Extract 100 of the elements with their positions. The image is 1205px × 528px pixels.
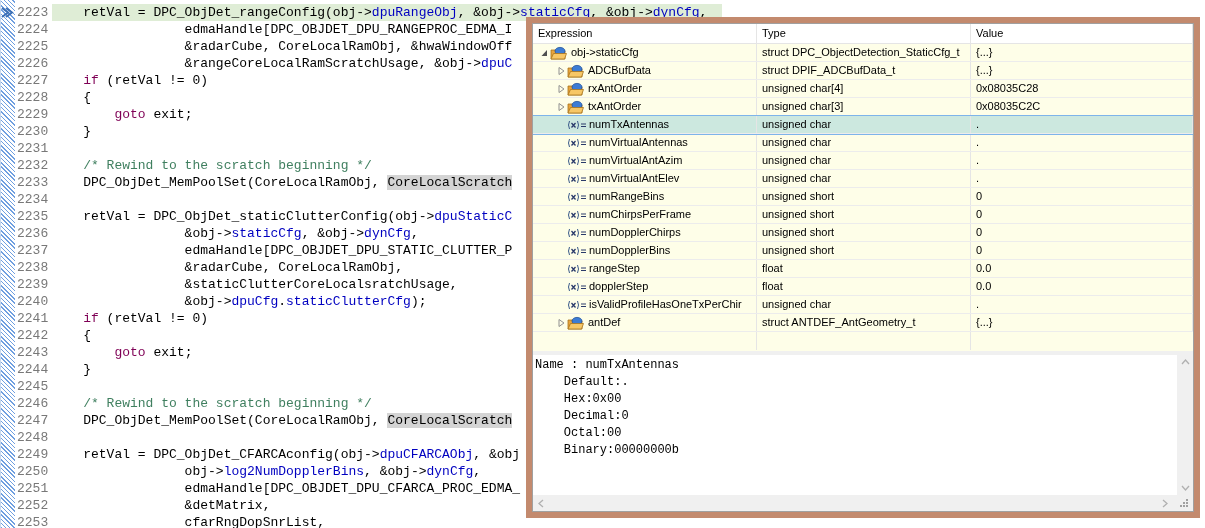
- variable-icon: [567, 299, 587, 310]
- code-line: &rangeCoreLocalRamScratchUsage, &obj->dpuC: [183, 56, 513, 71]
- tree-row[interactable]: rxAntOrder unsigned char[4] 0x08035C28: [533, 80, 1193, 98]
- tree-row[interactable]: isValidProfileHasOneTxPerChir unsigned char .: [533, 296, 1193, 314]
- column-header[interactable]: Value: [971, 24, 1193, 43]
- line-number: 2242: [17, 328, 49, 343]
- tree-row[interactable]: numRangeBins unsigned short 0: [533, 188, 1193, 206]
- line-number: 2249: [17, 447, 49, 462]
- line-number: 2241: [17, 311, 49, 326]
- line-number: 2243: [17, 345, 49, 360]
- line-number: 2233: [17, 175, 49, 190]
- scroll-down-icon[interactable]: [1180, 485, 1190, 491]
- type-text: unsigned char: [762, 135, 832, 151]
- expression-text: txAntOrder: [588, 99, 642, 115]
- scroll-right-icon[interactable]: [1162, 498, 1168, 508]
- code-line: {: [82, 90, 91, 105]
- collapse-icon[interactable]: [540, 48, 548, 57]
- line-number: 2246: [17, 396, 49, 411]
- expression-text: rxAntOrder: [588, 81, 642, 97]
- expand-icon[interactable]: [557, 102, 565, 111]
- line-number: 2238: [17, 260, 49, 275]
- type-text: unsigned char: [762, 153, 832, 169]
- expand-icon[interactable]: [557, 84, 565, 93]
- code-line: goto exit;: [113, 345, 193, 360]
- code-line: }: [82, 362, 91, 377]
- line-number: 2236: [17, 226, 49, 241]
- code-line: &radarCube, CoreLocalRamObj,: [183, 260, 404, 275]
- tree-row[interactable]: dopplerStep float 0.0: [533, 278, 1193, 296]
- code-line: /* Rewind to the scratch beginning */: [82, 396, 372, 411]
- scroll-up-icon[interactable]: [1180, 359, 1190, 365]
- type-text: unsigned short: [762, 225, 835, 241]
- line-number: 2250: [17, 464, 49, 479]
- folder-icon: [550, 45, 567, 60]
- tree-row[interactable]: numVirtualAntennas unsigned char .: [533, 134, 1193, 152]
- code-line: edmaHandle[DPC_OBJDET_DPU_RANGEPROC_EDMA_I: [183, 22, 513, 37]
- line-number: 2225: [17, 39, 49, 54]
- code-line: goto exit;: [113, 107, 193, 122]
- expression-text: numDopplerChirps: [589, 225, 681, 241]
- type-text: struct DPC_ObjectDetection_StaticCfg_t: [762, 45, 960, 61]
- line-number: 2228: [17, 90, 49, 105]
- selected-row[interactable]: numTxAntennas unsigned char .: [533, 116, 1193, 134]
- code-line: }: [82, 124, 91, 139]
- expression-text: numVirtualAntElev: [589, 171, 680, 187]
- variable-icon: [567, 119, 587, 130]
- tree-row[interactable]: numVirtualAntElev unsigned char .: [533, 170, 1193, 188]
- line-number: 2234: [17, 192, 49, 207]
- folder-icon: [567, 63, 584, 78]
- code-line: /* Rewind to the scratch beginning */: [82, 158, 372, 173]
- scroll-left-icon[interactable]: [538, 498, 544, 508]
- expression-text: isValidProfileHasOneTxPerChir: [589, 297, 742, 313]
- type-text: float: [762, 261, 783, 277]
- line-number: 2240: [17, 294, 49, 309]
- code-line: if (retVal != 0): [82, 73, 209, 88]
- code-line: retVal = DPC_ObjDet_staticClutterConfig(obj->dpuStaticC: [82, 209, 513, 224]
- type-text: struct ANTDEF_AntGeometry_t: [762, 315, 916, 331]
- type-text: float: [762, 279, 783, 295]
- expand-icon[interactable]: [557, 66, 565, 75]
- expression-text: dopplerStep: [589, 279, 649, 295]
- value-text: 0x08035C28: [976, 81, 1039, 97]
- tree-row[interactable]: ADCBufData struct DPIF_ADCBufData_t {...}: [533, 62, 1193, 80]
- expression-text: numChirpsPerFrame: [589, 207, 692, 223]
- variable-icon: [567, 137, 587, 148]
- line-number: 2230: [17, 124, 49, 139]
- code-line: DPC_ObjDet_MemPoolSet(CoreLocalRamObj, CoreLocalScratch: [82, 413, 513, 428]
- line-number: 2235: [17, 209, 49, 224]
- code-line: retVal = DPC_ObjDet_CFARCAconfig(obj->dpuCFARCAObj, &obj: [82, 447, 521, 462]
- variable-icon: [567, 281, 587, 292]
- resize-grip-icon[interactable]: [1180, 499, 1188, 507]
- tree-row[interactable]: obj->staticCfg struct DPC_ObjectDetection_StaticCfg_t {...}: [533, 44, 1193, 62]
- expression-text: obj->staticCfg: [571, 45, 639, 61]
- value-text: {...}: [976, 315, 993, 331]
- expression-text: numTxAntennas: [589, 117, 670, 133]
- value-text: .: [976, 297, 980, 313]
- code-line: edmaHandle[DPC_OBJDET_DPU_STATIC_CLUTTER_P: [183, 243, 513, 258]
- code-line: &obj->dpuCfg.staticClutterCfg);: [183, 294, 427, 309]
- column-header[interactable]: Type: [757, 24, 971, 43]
- expression-text: ADCBufData: [588, 63, 651, 79]
- expression-text: antDef: [588, 315, 621, 331]
- line-number: 2253: [17, 515, 49, 528]
- line-number: 2232: [17, 158, 49, 173]
- tree-row[interactable]: numDopplerChirps unsigned short 0: [533, 224, 1193, 242]
- folder-icon: [567, 315, 584, 330]
- value-text: 0.0: [976, 261, 992, 277]
- value-text: 0: [976, 225, 983, 241]
- type-text: unsigned char: [762, 297, 832, 313]
- details-text: Name : numTxAntennas Default:. Hex:0x00 Decimal:0 Octal:00 Binary:00000000b: [534, 357, 681, 459]
- expression-text: numVirtualAntAzim: [589, 153, 683, 169]
- tree-row[interactable]: numChirpsPerFrame unsigned short 0: [533, 206, 1193, 224]
- tree-row[interactable]: numVirtualAntAzim unsigned char .: [533, 152, 1193, 170]
- expand-icon[interactable]: [557, 318, 565, 327]
- tree-row[interactable]: antDef struct ANTDEF_AntGeometry_t {...}: [533, 314, 1193, 332]
- line-number: 2227: [17, 73, 49, 88]
- line-number: 2229: [17, 107, 49, 122]
- column-header[interactable]: Expression: [533, 24, 757, 43]
- line-number: 2252: [17, 498, 49, 513]
- code-line: &obj->staticCfg, &obj->dynCfg,: [183, 226, 419, 241]
- value-text: .: [976, 135, 980, 151]
- tree-row[interactable]: rangeStep float 0.0: [533, 260, 1193, 278]
- tree-row[interactable]: numDopplerBins unsigned short 0: [533, 242, 1193, 260]
- code-line: if (retVal != 0): [82, 311, 209, 326]
